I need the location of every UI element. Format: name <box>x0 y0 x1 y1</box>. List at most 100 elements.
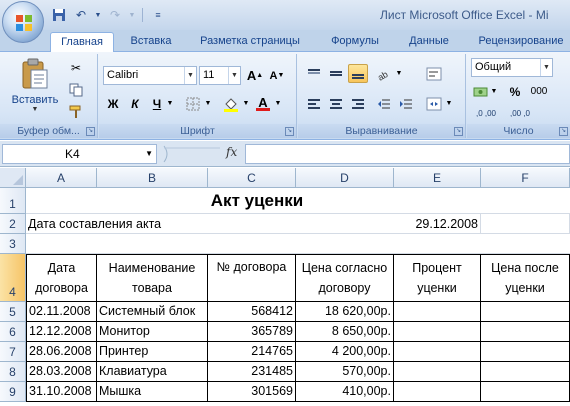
fill-color-button[interactable] <box>221 94 241 113</box>
table-cell[interactable]: Принтер <box>97 342 208 362</box>
table-cell[interactable] <box>481 382 570 402</box>
table-cell[interactable]: Клавиатура <box>97 362 208 382</box>
date-label-cell[interactable]: Дата составления акта <box>26 214 394 234</box>
shrink-font-button[interactable]: A ▼ <box>267 66 287 85</box>
table-cell[interactable] <box>481 322 570 342</box>
align-center-icon[interactable] <box>326 94 346 113</box>
customize-qat-icon[interactable]: ≡ <box>149 6 167 24</box>
table-cell[interactable] <box>481 342 570 362</box>
align-right-icon[interactable] <box>348 94 368 113</box>
borders-dropdown-icon[interactable]: ▼ <box>203 94 213 113</box>
thousands-button[interactable]: 000 <box>527 82 551 101</box>
merge-dropdown-icon[interactable]: ▼ <box>444 94 454 113</box>
align-bottom-icon[interactable] <box>348 64 368 83</box>
table-cell[interactable]: Монитор <box>97 322 208 342</box>
paste-button[interactable]: Вставить ▼ <box>6 56 64 114</box>
decrease-indent-icon[interactable] <box>374 94 394 113</box>
tab-review[interactable]: Рецензирование <box>472 32 570 52</box>
row-header-5[interactable]: 5 <box>0 302 26 322</box>
wrap-text-icon[interactable] <box>424 64 444 83</box>
number-launcher-icon[interactable]: ↘ <box>559 127 568 136</box>
table-cell[interactable]: 31.10.2008 <box>26 382 97 402</box>
alignment-launcher-icon[interactable]: ↘ <box>454 127 463 136</box>
table-cell[interactable] <box>394 342 481 362</box>
row-header-9[interactable]: 9 <box>0 382 26 402</box>
table-cell[interactable] <box>394 302 481 322</box>
row-header-1[interactable]: 1 <box>0 188 26 214</box>
tab-formulas[interactable]: Формулы <box>322 32 388 52</box>
table-cell[interactable]: 301569 <box>208 382 296 402</box>
table-cell[interactable]: Системный блок <box>97 302 208 322</box>
table-cell[interactable]: 231485 <box>208 362 296 382</box>
column-header-a[interactable]: A <box>26 168 97 188</box>
borders-icon[interactable] <box>183 94 203 113</box>
row-header-4[interactable]: 4 <box>0 254 26 302</box>
table-cell[interactable]: 568412 <box>208 302 296 322</box>
bold-button[interactable]: Ж <box>103 94 123 113</box>
percent-button[interactable]: % <box>505 82 525 101</box>
fill-color-dropdown-icon[interactable]: ▼ <box>241 94 251 113</box>
font-launcher-icon[interactable]: ↘ <box>285 127 294 136</box>
column-header-d[interactable]: D <box>296 168 394 188</box>
undo-dropdown-icon[interactable]: ▼ <box>94 6 102 24</box>
header-product-name[interactable]: Наименование товара <box>97 254 208 302</box>
select-all-button[interactable] <box>0 168 26 188</box>
header-price-after[interactable]: Цена после уценки <box>481 254 570 302</box>
table-cell[interactable]: 8 650,00р. <box>296 322 394 342</box>
currency-dropdown-icon[interactable]: ▼ <box>489 82 499 101</box>
column-header-e[interactable]: E <box>394 168 481 188</box>
underline-button[interactable]: Ч <box>147 94 167 113</box>
orientation-icon[interactable]: ab <box>374 64 394 83</box>
grow-font-button[interactable]: A ▲ <box>245 66 265 85</box>
tab-data[interactable]: Данные <box>400 32 458 52</box>
tab-home[interactable]: Главная <box>50 32 114 53</box>
table-cell[interactable]: 18 620,00р. <box>296 302 394 322</box>
cut-icon[interactable]: ✂ <box>66 58 86 77</box>
table-cell[interactable]: Мышка <box>97 382 208 402</box>
copy-icon[interactable] <box>66 80 86 99</box>
row-3-bg[interactable] <box>26 234 570 254</box>
column-header-c[interactable]: C <box>208 168 296 188</box>
number-format-combo[interactable]: Общий ▼ <box>471 58 553 77</box>
column-header-b[interactable]: B <box>97 168 208 188</box>
tab-insert[interactable]: Вставка <box>122 32 180 52</box>
cell-f2[interactable] <box>481 214 570 234</box>
undo-icon[interactable]: ↶ <box>72 6 90 24</box>
formula-input[interactable] <box>245 144 570 164</box>
tab-page-layout[interactable]: Разметка страницы <box>190 32 310 52</box>
table-cell[interactable] <box>481 302 570 322</box>
font-color-button[interactable]: A <box>253 94 273 113</box>
orientation-dropdown-icon[interactable]: ▼ <box>394 64 404 83</box>
redo-icon[interactable]: ↷ <box>106 6 124 24</box>
name-box[interactable]: K4 ▼ <box>2 144 157 164</box>
table-cell[interactable]: 4 200,00р. <box>296 342 394 362</box>
table-cell[interactable] <box>481 362 570 382</box>
row-header-6[interactable]: 6 <box>0 322 26 342</box>
table-cell[interactable]: 365789 <box>208 322 296 342</box>
currency-icon[interactable] <box>471 82 491 101</box>
date-value-cell[interactable]: 29.12.2008 <box>394 214 481 234</box>
increase-decimal-button[interactable]: ,0 ,00 <box>471 104 501 123</box>
header-markdown-percent[interactable]: Процент уценки <box>394 254 481 302</box>
align-top-icon[interactable] <box>304 64 324 83</box>
save-icon[interactable] <box>50 6 68 24</box>
header-contract-number[interactable]: № договора <box>208 254 296 302</box>
table-cell[interactable]: 214765 <box>208 342 296 362</box>
table-cell[interactable]: 12.12.2008 <box>26 322 97 342</box>
underline-dropdown-icon[interactable]: ▼ <box>165 94 175 113</box>
align-middle-icon[interactable] <box>326 64 346 83</box>
row-header-3[interactable]: 3 <box>0 234 26 254</box>
row-header-7[interactable]: 7 <box>0 342 26 362</box>
table-cell[interactable]: 410,00р. <box>296 382 394 402</box>
decrease-decimal-button[interactable]: ,00 ,0 <box>505 104 535 123</box>
redo-dropdown-icon[interactable]: ▼ <box>128 6 136 24</box>
table-cell[interactable] <box>394 362 481 382</box>
insert-function-icon[interactable]: fx <box>226 145 237 159</box>
header-date-contract[interactable]: Дата договора <box>26 254 97 302</box>
merge-center-icon[interactable] <box>424 94 444 113</box>
table-cell[interactable]: 02.11.2008 <box>26 302 97 322</box>
font-size-combo[interactable]: 11 ▼ <box>199 66 241 85</box>
office-button[interactable] <box>2 1 44 43</box>
clipboard-launcher-icon[interactable]: ↘ <box>86 127 95 136</box>
row-header-8[interactable]: 8 <box>0 362 26 382</box>
